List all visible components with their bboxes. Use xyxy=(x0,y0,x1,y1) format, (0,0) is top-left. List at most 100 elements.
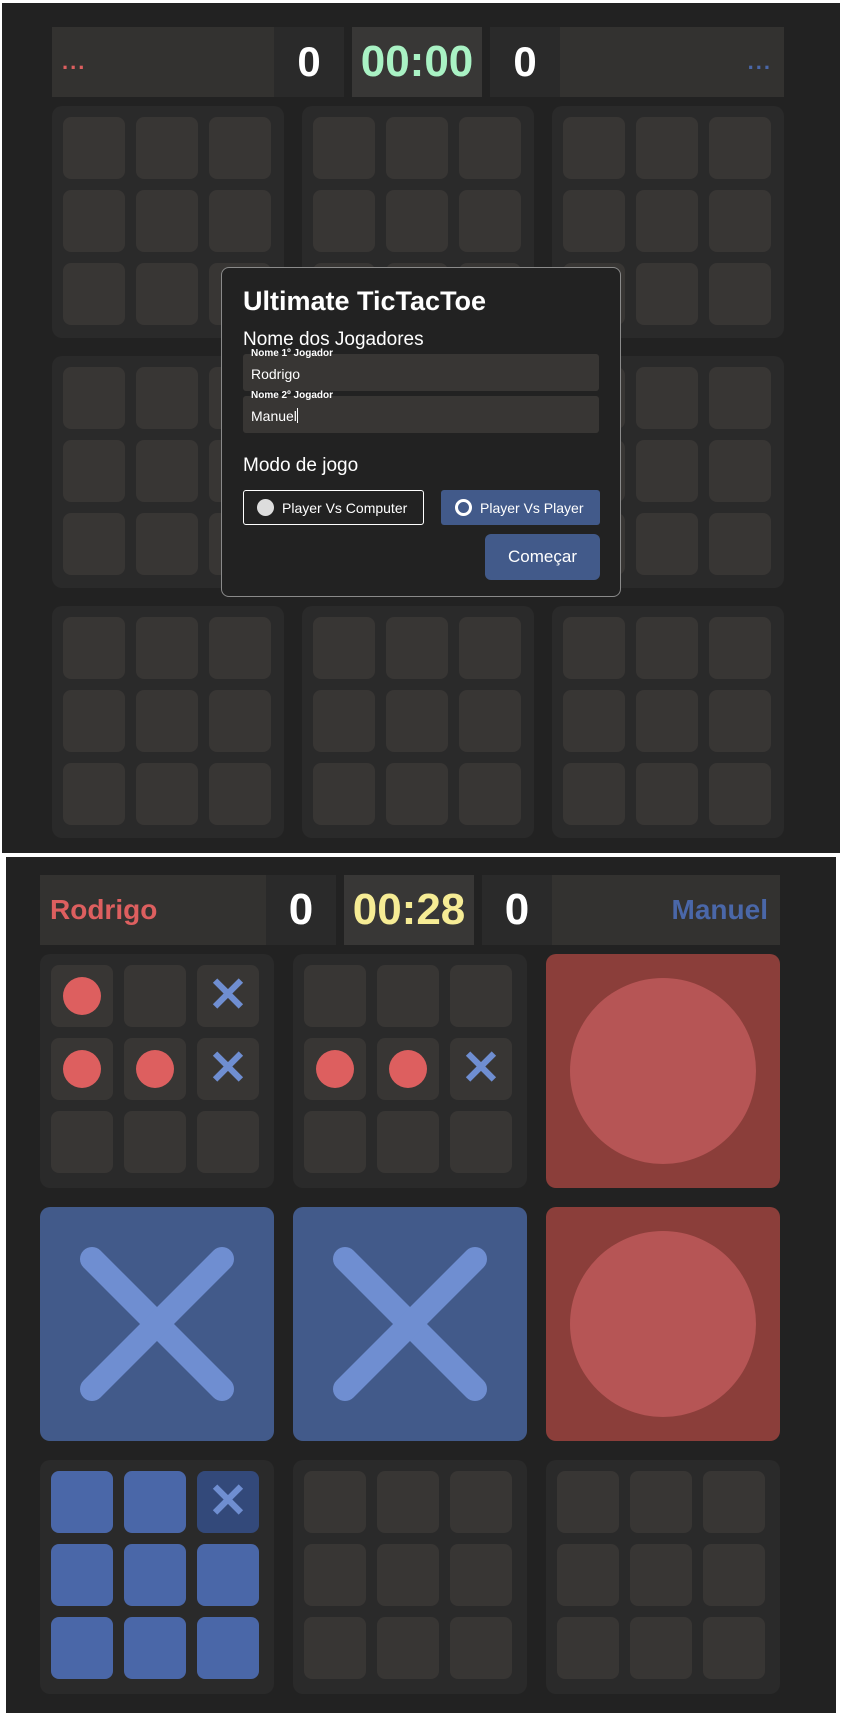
board-cell[interactable] xyxy=(209,763,271,825)
board-cell[interactable] xyxy=(563,763,625,825)
board-cell[interactable] xyxy=(51,1544,113,1606)
board-cell[interactable] xyxy=(450,1111,512,1173)
board-cell[interactable]: ✕ xyxy=(197,1038,259,1100)
board-cell[interactable] xyxy=(450,1617,512,1679)
board-cell[interactable] xyxy=(136,440,198,502)
board-cell[interactable] xyxy=(313,763,375,825)
board-cell[interactable] xyxy=(124,1038,186,1100)
board-cell[interactable] xyxy=(136,190,198,252)
board-cell[interactable] xyxy=(209,117,271,179)
board-cell[interactable] xyxy=(136,763,198,825)
board-cell[interactable] xyxy=(63,617,125,679)
board-cell[interactable] xyxy=(136,617,198,679)
board-cell[interactable] xyxy=(557,1617,619,1679)
board-cell[interactable] xyxy=(63,367,125,429)
board-cell[interactable] xyxy=(459,190,521,252)
board-cell[interactable] xyxy=(709,190,771,252)
board-cell[interactable] xyxy=(51,1471,113,1533)
board-cell[interactable] xyxy=(709,617,771,679)
board-cell[interactable] xyxy=(386,690,448,752)
board-cell[interactable] xyxy=(709,263,771,325)
board-cell[interactable] xyxy=(630,1471,692,1533)
board-cell[interactable] xyxy=(709,513,771,575)
board-cell[interactable] xyxy=(636,367,698,429)
board-cell[interactable] xyxy=(124,1471,186,1533)
board-cell[interactable] xyxy=(136,263,198,325)
board-cell[interactable] xyxy=(450,1544,512,1606)
board-cell[interactable] xyxy=(63,440,125,502)
board-cell[interactable] xyxy=(630,1617,692,1679)
board-cell[interactable] xyxy=(124,1111,186,1173)
board-cell[interactable] xyxy=(51,1038,113,1100)
board-cell[interactable] xyxy=(63,190,125,252)
board-cell[interactable] xyxy=(563,617,625,679)
board-cell[interactable] xyxy=(313,617,375,679)
board-cell[interactable] xyxy=(630,1544,692,1606)
board-cell[interactable] xyxy=(304,1471,366,1533)
board-cell[interactable] xyxy=(636,263,698,325)
board-cell[interactable]: ✕ xyxy=(450,1038,512,1100)
board-cell[interactable] xyxy=(386,763,448,825)
board-cell[interactable] xyxy=(304,1038,366,1100)
mode-pvp-radio[interactable]: Player Vs Player xyxy=(441,490,600,525)
board-cell[interactable] xyxy=(459,617,521,679)
board-cell[interactable] xyxy=(636,763,698,825)
board-cell[interactable] xyxy=(386,617,448,679)
board-cell[interactable] xyxy=(563,190,625,252)
board-cell[interactable] xyxy=(51,1111,113,1173)
board-cell[interactable] xyxy=(51,1617,113,1679)
mode-pvc-radio[interactable]: Player Vs Computer xyxy=(243,490,424,525)
board-cell[interactable] xyxy=(703,1617,765,1679)
board-cell[interactable] xyxy=(459,690,521,752)
board-cell[interactable] xyxy=(709,117,771,179)
board-cell[interactable] xyxy=(377,1617,439,1679)
board-cell[interactable] xyxy=(304,1544,366,1606)
board-cell[interactable] xyxy=(63,763,125,825)
board-cell[interactable] xyxy=(450,1471,512,1533)
board-cell[interactable] xyxy=(197,1111,259,1173)
board-cell[interactable] xyxy=(636,440,698,502)
board-cell[interactable] xyxy=(313,190,375,252)
board-cell[interactable] xyxy=(709,763,771,825)
board-cell[interactable] xyxy=(709,690,771,752)
start-button[interactable]: Começar xyxy=(485,534,600,580)
board-cell[interactable] xyxy=(124,1544,186,1606)
board-cell[interactable] xyxy=(51,965,113,1027)
board-cell[interactable] xyxy=(636,617,698,679)
board-cell[interactable] xyxy=(377,1038,439,1100)
board-cell[interactable] xyxy=(636,513,698,575)
board-cell[interactable] xyxy=(197,1544,259,1606)
board-cell[interactable] xyxy=(124,965,186,1027)
board-cell[interactable] xyxy=(313,117,375,179)
player1-name-field[interactable]: Nome 1º Jogador Rodrigo xyxy=(243,348,599,391)
board-cell[interactable] xyxy=(459,763,521,825)
board-cell[interactable] xyxy=(63,513,125,575)
board-cell[interactable] xyxy=(209,190,271,252)
board-cell[interactable] xyxy=(450,965,512,1027)
board-cell[interactable] xyxy=(459,117,521,179)
board-cell[interactable] xyxy=(703,1544,765,1606)
board-cell[interactable] xyxy=(557,1471,619,1533)
player2-name-field[interactable]: Nome 2º Jogador Manuel xyxy=(243,390,599,433)
board-cell[interactable] xyxy=(197,1617,259,1679)
board-cell[interactable] xyxy=(703,1471,765,1533)
board-cell[interactable] xyxy=(209,690,271,752)
board-cell[interactable] xyxy=(563,117,625,179)
board-cell[interactable] xyxy=(709,367,771,429)
board-cell[interactable] xyxy=(709,440,771,502)
board-cell[interactable] xyxy=(304,1617,366,1679)
board-cell[interactable] xyxy=(313,690,375,752)
board-cell[interactable] xyxy=(124,1617,186,1679)
board-cell[interactable] xyxy=(386,117,448,179)
board-cell[interactable] xyxy=(557,1544,619,1606)
board-cell[interactable] xyxy=(377,1111,439,1173)
board-cell[interactable] xyxy=(304,1111,366,1173)
board-cell[interactable] xyxy=(136,367,198,429)
board-cell[interactable] xyxy=(136,513,198,575)
board-cell[interactable] xyxy=(63,690,125,752)
board-cell[interactable] xyxy=(136,117,198,179)
board-cell[interactable] xyxy=(136,690,198,752)
board-cell[interactable] xyxy=(563,690,625,752)
board-cell[interactable] xyxy=(377,1544,439,1606)
board-cell[interactable] xyxy=(209,617,271,679)
